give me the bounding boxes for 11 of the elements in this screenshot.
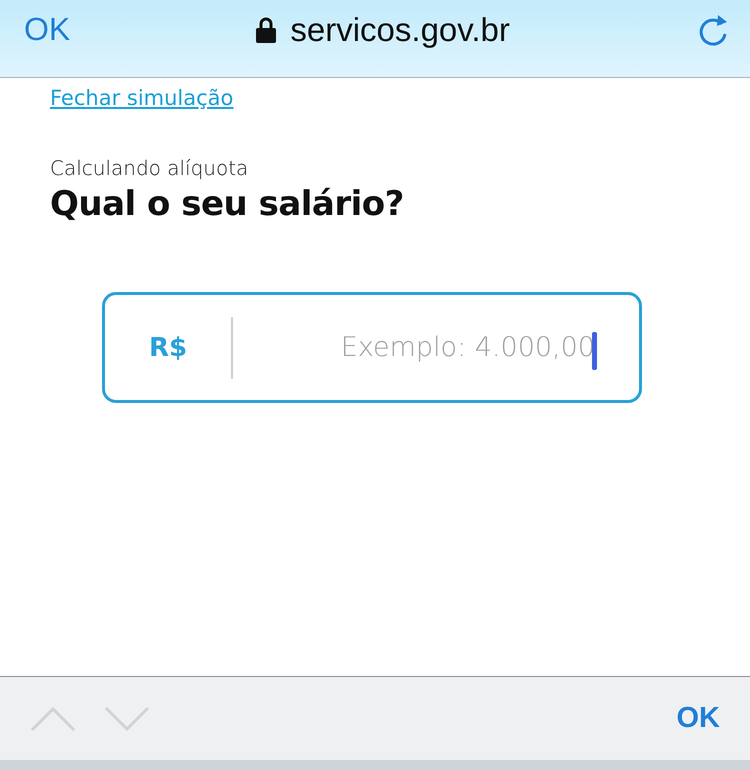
currency-prefix: R$ <box>105 316 233 378</box>
close-simulation-link[interactable]: Fechar simulação <box>50 86 234 110</box>
subtitle-text: Calculando alíquota <box>50 156 250 180</box>
salary-input-field[interactable]: R$ Exemplo: 4.000,00 <box>102 292 642 403</box>
question-heading: Qual o seu salário? <box>50 184 405 224</box>
salary-input[interactable]: Exemplo: 4.000,00 <box>233 318 639 378</box>
chevron-up-icon <box>30 706 76 732</box>
done-button[interactable]: OK <box>24 11 70 66</box>
address-text[interactable]: servicos.gov.br <box>290 10 510 48</box>
chevron-down-icon <box>104 706 150 732</box>
done-button[interactable]: OK <box>676 702 720 735</box>
